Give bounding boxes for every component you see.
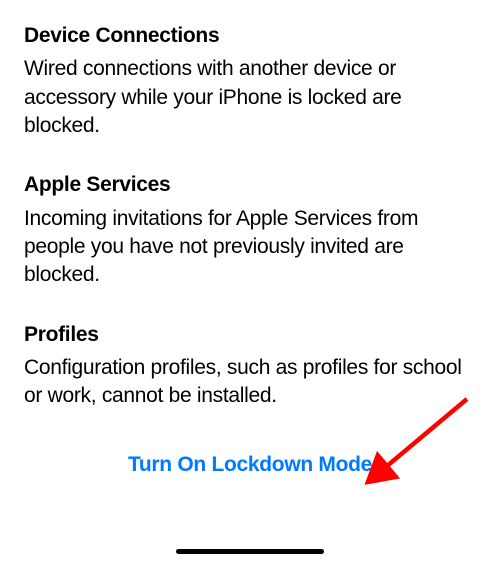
lockdown-mode-info: Device Connections Wired connections wit… — [0, 0, 500, 477]
turn-on-lockdown-mode-button[interactable]: Turn On Lockdown Mode — [24, 453, 476, 477]
section-title: Apple Services — [24, 172, 476, 198]
section-title: Profiles — [24, 322, 476, 348]
section-profiles: Profiles Configuration profiles, such as… — [24, 322, 476, 411]
section-title: Device Connections — [24, 23, 476, 49]
section-body: Configuration profiles, such as profiles… — [24, 354, 476, 411]
section-device-connections: Device Connections Wired connections wit… — [24, 23, 476, 140]
home-indicator[interactable] — [176, 549, 324, 554]
section-body: Wired connections with another device or… — [24, 55, 476, 140]
section-apple-services: Apple Services Incoming invitations for … — [24, 172, 476, 289]
section-body: Incoming invitations for Apple Services … — [24, 205, 476, 290]
